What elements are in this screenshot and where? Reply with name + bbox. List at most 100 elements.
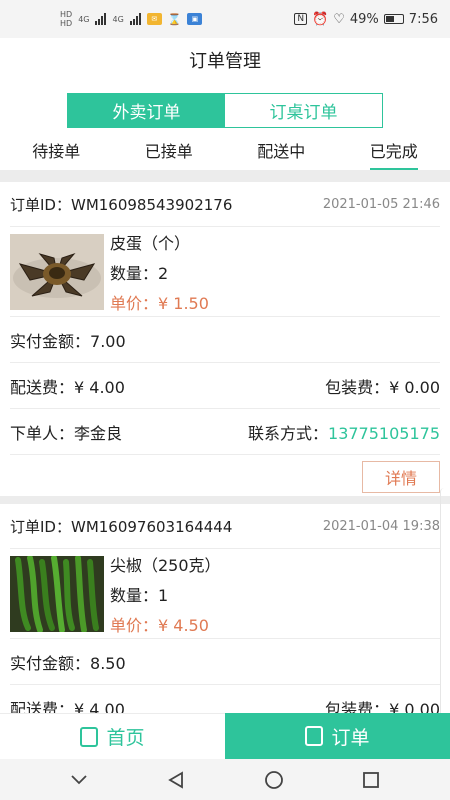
order-time: 2021-01-05 21:46 (322, 196, 440, 212)
alarm-icon: ⏰ (312, 11, 329, 27)
packing-fee-label: 包装费： (325, 377, 390, 397)
order-id-label: 订单ID： (10, 517, 71, 536)
order-actions: 详情 (10, 455, 440, 499)
packing-fee-value: ¥ 0.00 (389, 377, 440, 397)
fees-row: 配送费：¥ 4.00 包装费：¥ 0.00 (10, 363, 440, 409)
packing-fee: 包装费：¥ 0.00 (325, 374, 440, 398)
quantity-label: 数量： (110, 585, 159, 605)
quantity-value: 1 (158, 585, 169, 605)
app-notification-icon: ▣ (187, 13, 203, 25)
status-bar: HD HD 4G 4G ✉ ⌛ ▣ N ⏰ ♡ 49% 7:56 (0, 0, 450, 38)
tab-pending[interactable]: 待接单 (0, 130, 113, 170)
paid-label: 实付金额： (10, 331, 91, 351)
paid-value: 7.00 (90, 331, 126, 351)
back-triangle-icon[interactable] (161, 765, 191, 795)
network-label-2: 4G (112, 14, 124, 24)
order-card: 订单ID：WM16098543902176 2021-01-05 21:46 皮… (0, 182, 450, 496)
location-icon: ♡ (333, 11, 345, 27)
packing-fee-label: 包装费： (325, 699, 390, 714)
delivery-fee-value: ¥ 4.00 (74, 699, 125, 714)
quantity-value: 2 (158, 263, 169, 283)
order-id-value: WM16098543902176 (70, 195, 233, 214)
home-doc-icon (80, 726, 99, 747)
order-clipboard-icon (305, 726, 324, 746)
scroll-indicator[interactable] (440, 488, 450, 713)
price-value: ¥ 4.50 (158, 615, 209, 635)
product-quantity: 数量：2 (110, 260, 209, 284)
price-label: 单价： (110, 615, 159, 635)
order-list[interactable]: 订单ID：WM16098543902176 2021-01-05 21:46 皮… (0, 170, 450, 713)
nav-home[interactable]: 首页 (0, 713, 225, 759)
order-card: 订单ID：WM16097603164444 2021-01-04 19:38 尖… (0, 504, 450, 713)
product-quantity: 数量：1 (110, 582, 221, 606)
nav-home-label: 首页 (106, 727, 145, 749)
goods-info: 皮蛋（个） 数量：2 单价：¥ 1.50 (110, 230, 209, 314)
paid-value: 8.50 (90, 653, 126, 673)
product-price: 单价：¥ 1.50 (110, 290, 209, 314)
signal-icon (95, 13, 107, 25)
contact-label: 联系方式： (248, 423, 329, 443)
product-name: 尖椒（250克） (110, 555, 221, 575)
nav-orders[interactable]: 订单 (225, 713, 450, 759)
customer-label: 下单人： (10, 423, 75, 443)
product-image-century-egg (10, 233, 104, 310)
paid-amount-row: 实付金额：7.00 (10, 317, 440, 363)
hourglass-icon: ⌛ (167, 12, 182, 26)
battery-fill (385, 16, 394, 22)
order-id-label: 订单ID： (10, 195, 71, 214)
order-time: 2021-01-04 19:38 (322, 518, 440, 534)
hd-indicators: HD HD (60, 10, 72, 28)
fees-row: 配送费：¥ 4.00 包装费：¥ 0.00 (10, 685, 440, 714)
product-name: 皮蛋（个） (110, 233, 191, 253)
paid-label: 实付金额： (10, 653, 91, 673)
product-price: 单价：¥ 4.50 (110, 612, 221, 636)
hd-indicator-1: HD (60, 10, 73, 19)
delivery-fee-value: ¥ 4.00 (74, 377, 125, 397)
order-goods: 皮蛋（个） 数量：2 单价：¥ 1.50 (10, 227, 440, 317)
order-status-tabs: 待接单 已接单 配送中 已完成 (0, 130, 450, 170)
order-id: 订单ID：WM16097603164444 (10, 516, 232, 537)
tab-delivering[interactable]: 配送中 (225, 130, 338, 170)
order-id-value: WM16097603164444 (70, 517, 233, 536)
contact-phone-link[interactable]: 13775105175 (328, 424, 440, 443)
order-goods: 尖椒（250克） 数量：1 单价：¥ 4.50 (10, 549, 440, 639)
order-header: 订单ID：WM16097603164444 2021-01-04 19:38 (10, 504, 440, 549)
clock: 7:56 (408, 11, 438, 27)
battery-icon (383, 14, 404, 24)
price-value: ¥ 1.50 (158, 293, 209, 313)
paid-amount-row: 实付金额：8.50 (10, 639, 440, 685)
order-type-segment: 外卖订单 订桌订单 (67, 93, 383, 128)
status-left: HD HD 4G 4G ✉ ⌛ ▣ (60, 10, 203, 28)
hd-indicator-2: HD (60, 19, 73, 28)
order-header: 订单ID：WM16098543902176 2021-01-05 21:46 (10, 182, 440, 227)
delivery-fee-label: 配送费： (10, 699, 75, 714)
nav-orders-label: 订单 (331, 726, 370, 749)
bottom-nav: 首页 订单 (0, 713, 450, 759)
packing-fee-value: ¥ 0.00 (389, 699, 440, 714)
detail-button[interactable]: 详情 (362, 461, 440, 493)
page-title: 订单管理 (0, 38, 450, 82)
status-right: N ⏰ ♡ 49% 7:56 (294, 12, 438, 27)
system-navigation-bar (0, 759, 450, 800)
mail-app-icon: ✉ (146, 13, 162, 25)
battery-percent: 49% (349, 11, 379, 27)
price-label: 单价： (110, 293, 159, 313)
tab-completed[interactable]: 已完成 (338, 130, 450, 170)
home-circle-icon[interactable] (259, 765, 289, 795)
goods-info: 尖椒（250克） 数量：1 单价：¥ 4.50 (110, 552, 221, 636)
paid-amount: 实付金额：8.50 (10, 650, 126, 674)
tab-accepted[interactable]: 已接单 (113, 130, 226, 170)
delivery-fee: 配送费：¥ 4.00 (10, 374, 125, 398)
customer: 下单人：李金良 (10, 420, 122, 444)
product-image-chili-pepper (10, 555, 104, 632)
customer-name: 李金良 (74, 423, 123, 443)
contact: 联系方式：13775105175 (248, 420, 440, 444)
recents-square-icon[interactable] (356, 765, 386, 795)
collapse-chevron-icon[interactable] (64, 765, 94, 795)
paid-amount: 实付金额：7.00 (10, 328, 126, 352)
customer-row: 下单人：李金良 联系方式：13775105175 (10, 409, 440, 455)
delivery-fee: 配送费：¥ 4.00 (10, 696, 125, 714)
signal-icon-2 (129, 13, 141, 25)
segment-takeout[interactable]: 外卖订单 (68, 94, 225, 127)
segment-dinein[interactable]: 订桌订单 (225, 94, 382, 127)
